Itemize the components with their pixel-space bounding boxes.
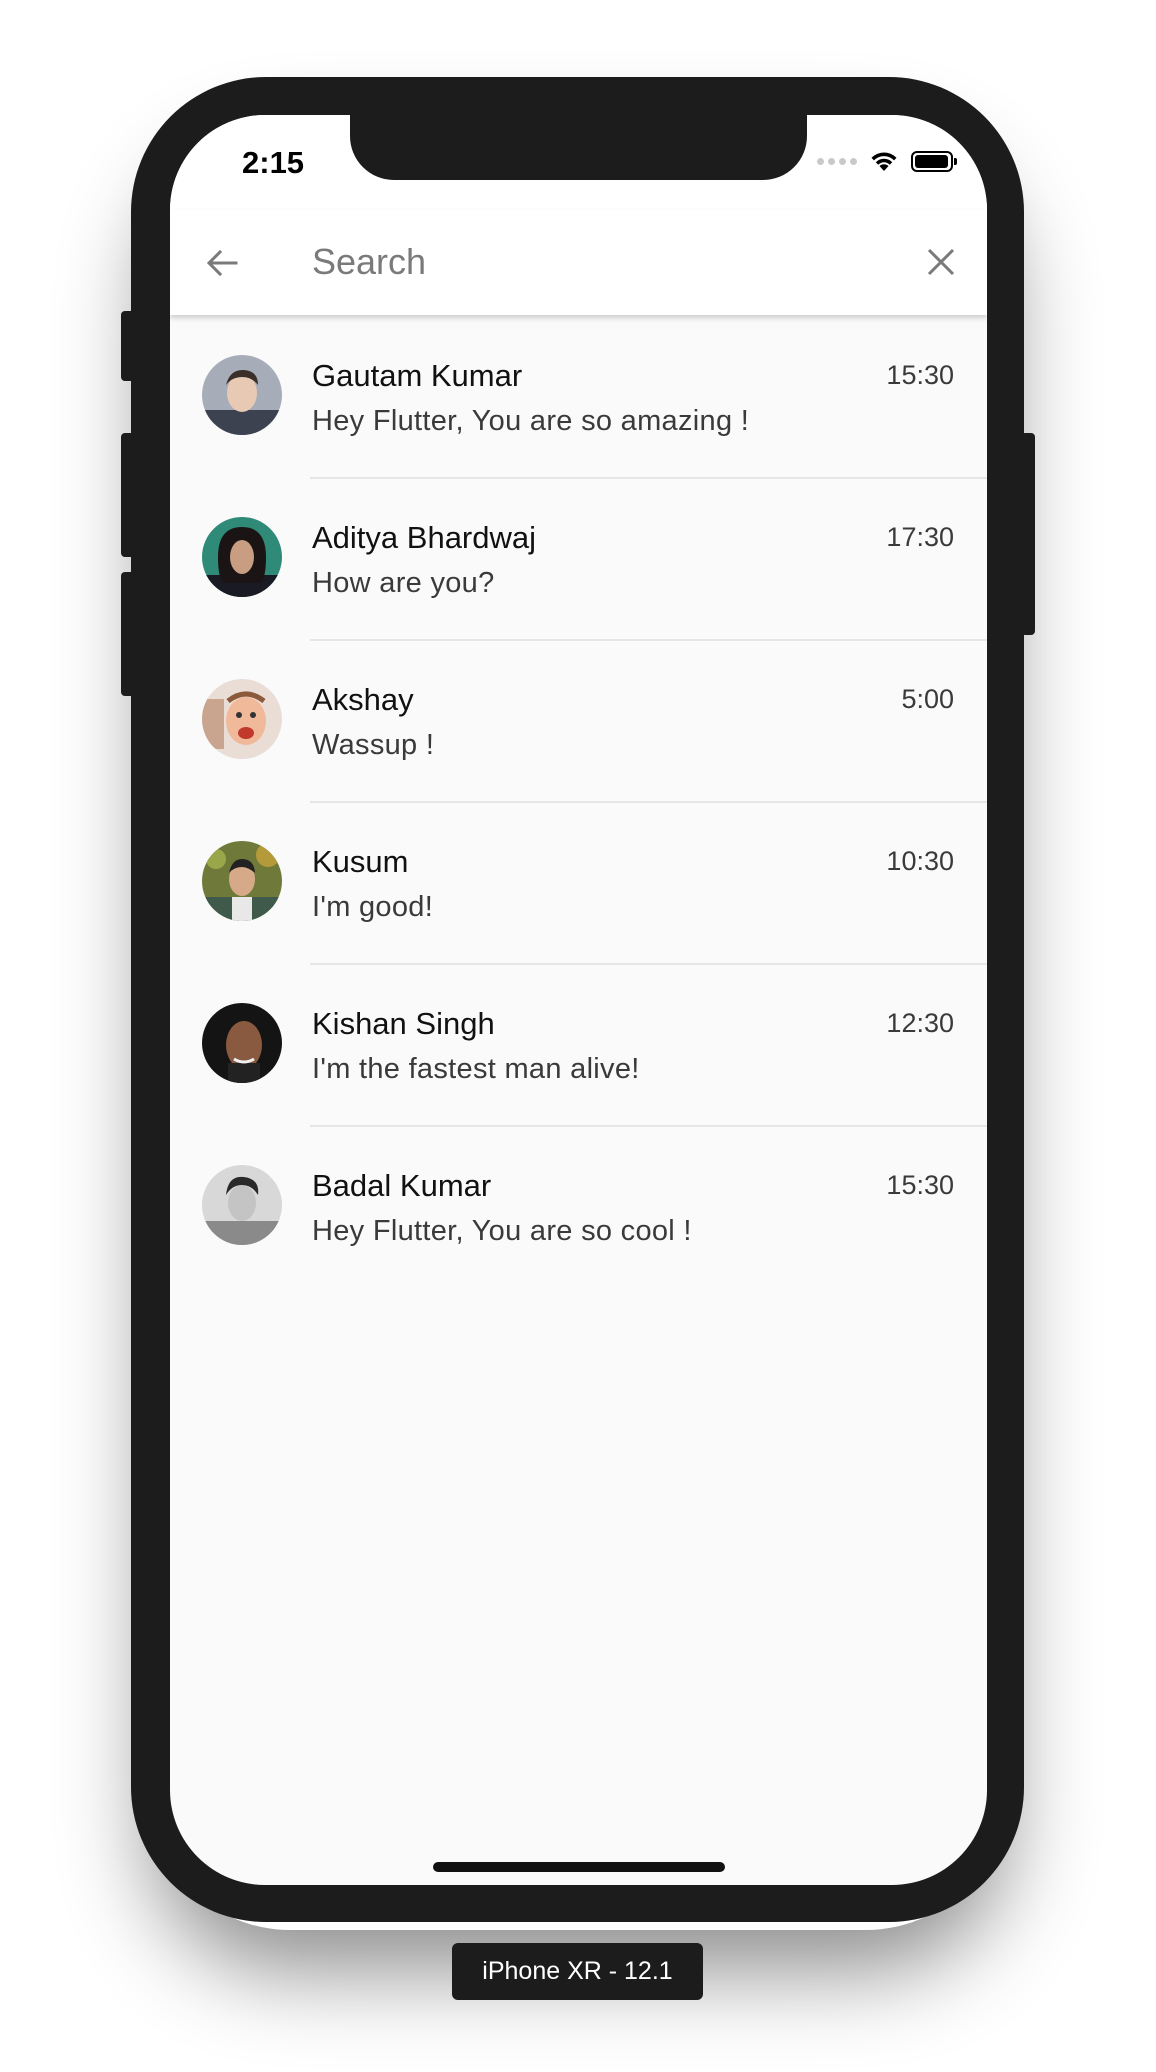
chat-name: Gautam Kumar [312,358,523,393]
status-time: 2:15 [242,145,305,180]
home-indicator[interactable] [433,1862,725,1872]
chat-name: Kusum [312,844,409,879]
avatar [202,679,282,759]
clear-search-button[interactable] [919,240,963,284]
chat-list-item[interactable]: Aditya Bhardwaj How are you? 17:30 [170,477,987,639]
chat-list-item[interactable]: Badal Kumar Hey Flutter, You are so cool… [170,1125,987,1287]
chat-name: Aditya Bhardwaj [312,520,537,555]
chat-list-item[interactable]: Akshay Wassup ! 5:00 [170,639,987,801]
divider [310,639,987,641]
chat-list-item[interactable]: Kusum I'm good! 10:30 [170,801,987,963]
device-label: iPhone XR - 12.1 [452,1943,703,2000]
chat-time: 15:30 [886,1170,954,1200]
chat-name: Kishan Singh [312,1006,495,1041]
chat-list-item[interactable]: Kishan Singh I'm the fastest man alive! … [170,963,987,1125]
signal-icon [817,157,857,165]
chat-time: 17:30 [886,522,954,552]
arrow-back-icon [206,249,238,277]
chat-message: I'm good! [312,891,434,923]
chat-time: 5:00 [901,684,954,714]
avatar [202,841,282,921]
chat-time: 15:30 [886,360,954,390]
notch [350,115,807,180]
wifi-icon [871,152,897,171]
divider [310,477,987,479]
chat-message: How are you? [312,567,495,599]
chat-time: 12:30 [886,1008,954,1038]
avatar [202,1165,282,1245]
simulator-stage: 2:15 Search Gautam Kumar Hey Flutter, Yo… [0,0,1156,2072]
chat-message: Hey Flutter, You are so amazing ! [312,405,750,437]
back-button[interactable] [200,241,244,285]
divider [310,1125,987,1127]
search-app-bar [170,210,987,315]
chat-list: Gautam Kumar Hey Flutter, You are so ama… [170,315,987,1287]
phone-screen: 2:15 Search Gautam Kumar Hey Flutter, Yo… [170,115,987,1885]
chat-message: I'm the fastest man alive! [312,1053,640,1085]
chat-message: Wassup ! [312,729,435,761]
chat-list-item[interactable]: Gautam Kumar Hey Flutter, You are so ama… [170,315,987,477]
search-input[interactable] [312,237,872,287]
battery-icon [911,150,957,172]
avatar [202,517,282,597]
divider [310,963,987,965]
avatar [202,1003,282,1083]
avatar [202,355,282,435]
chat-name: Akshay [312,682,414,717]
divider [310,801,987,803]
chat-message: Hey Flutter, You are so cool ! [312,1215,692,1247]
status-icons [817,150,957,172]
chat-time: 10:30 [886,846,954,876]
chat-name: Badal Kumar [312,1168,492,1203]
close-icon [927,248,955,276]
